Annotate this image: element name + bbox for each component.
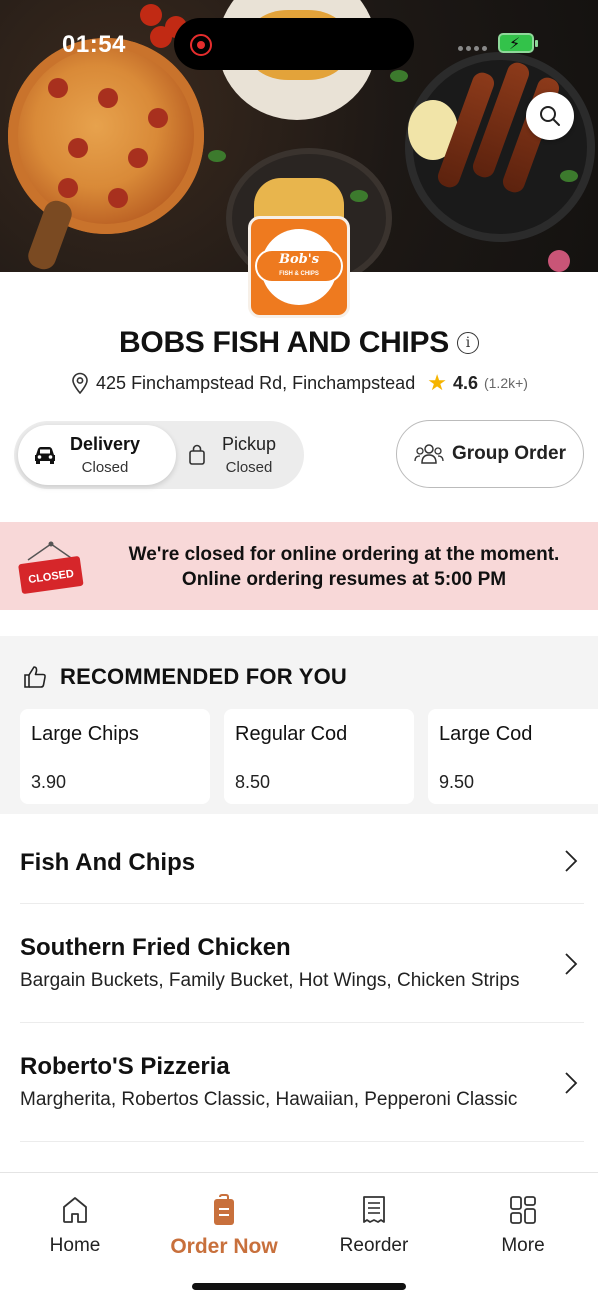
restaurant-logo: Bob's FISH & CHIPS xyxy=(248,216,350,318)
category-description: Margherita, Robertos Classic, Hawaiian, … xyxy=(20,1089,518,1110)
pickup-status: Closed xyxy=(225,459,273,476)
chevron-right-icon xyxy=(565,850,578,872)
group-order-label: Group Order xyxy=(451,443,566,464)
battery-icon: ⚡ xyxy=(498,33,538,53)
order-mode-toggle: Delivery Closed Pickup Closed xyxy=(14,421,304,489)
category-name: Roberto'S Pizzeria xyxy=(20,1053,230,1080)
recommended-title: RECOMMENDED FOR YOU xyxy=(60,664,347,689)
closed-sign-icon: CLOSED xyxy=(16,540,86,594)
closed-message-line1: We're closed for online ordering at the … xyxy=(128,544,560,565)
receipt-icon xyxy=(363,1196,385,1223)
tab-home-label: Home xyxy=(49,1235,101,1256)
location-pin-icon xyxy=(72,372,88,394)
car-icon xyxy=(35,447,55,464)
tab-home[interactable]: Home xyxy=(0,1193,150,1257)
restaurant-title-row: BOBS FISH AND CHIPS i xyxy=(0,326,598,360)
closed-message-line2: Online ordering resumes at 5:00 PM xyxy=(181,569,507,590)
rating-value: 4.6 xyxy=(452,372,478,393)
recommended-section: RECOMMENDED FOR YOU Large Chips 3.90 Reg… xyxy=(0,636,598,814)
info-icon[interactable]: i xyxy=(456,332,479,354)
tab-reorder-label: Reorder xyxy=(339,1235,409,1256)
bottom-tab-bar: Home Order Now Reorder More xyxy=(0,1172,598,1300)
item-price: 8.50 xyxy=(235,772,271,792)
recommended-card[interactable]: Large Chips 3.90 xyxy=(20,709,210,804)
grid-icon xyxy=(510,1196,536,1224)
item-price: 9.50 xyxy=(439,772,475,792)
item-name: Large Cod xyxy=(439,723,533,745)
status-bar: 01:54 ⚡ xyxy=(0,0,598,90)
rating-count: (1.2k+) xyxy=(483,375,528,391)
tab-order-now-label: Order Now xyxy=(170,1235,278,1258)
tab-order-now[interactable]: Order Now xyxy=(149,1193,299,1259)
delivery-label: Delivery xyxy=(70,434,141,454)
home-indicator xyxy=(192,1283,406,1290)
pickup-label: Pickup xyxy=(222,434,277,454)
recording-icon xyxy=(190,34,212,56)
category-name: Fish And Chips xyxy=(20,849,196,876)
status-time: 01:54 xyxy=(62,31,126,58)
group-order-button[interactable]: Group Order xyxy=(396,420,584,488)
category-row[interactable]: Fish And Chips xyxy=(20,815,584,904)
order-bag-icon xyxy=(214,1194,234,1225)
search-button[interactable] xyxy=(526,92,574,140)
closed-banner: CLOSED We're closed for online ordering … xyxy=(0,522,598,610)
category-description: Bargain Buckets, Family Bucket, Hot Wing… xyxy=(20,970,520,991)
category-row[interactable]: Roberto'S Pizzeria Margherita, Robertos … xyxy=(20,1023,584,1142)
chevron-right-icon xyxy=(565,953,578,975)
chevron-right-icon xyxy=(565,1072,578,1094)
item-price: 3.90 xyxy=(31,772,67,792)
item-name: Large Chips xyxy=(31,723,139,745)
star-icon: ★ xyxy=(427,370,447,395)
category-name: Southern Fried Chicken xyxy=(20,934,291,961)
pickup-option[interactable]: Pickup Closed xyxy=(182,425,300,485)
restaurant-address: 425 Finchampstead Rd, Finchampstead xyxy=(96,372,416,393)
recommended-card[interactable]: Regular Cod 8.50 xyxy=(224,709,414,804)
tab-more-label: More xyxy=(501,1235,545,1256)
search-icon xyxy=(540,106,560,126)
delivery-status: Closed xyxy=(81,459,129,476)
signal-icon xyxy=(458,46,487,51)
tab-reorder[interactable]: Reorder xyxy=(299,1193,449,1257)
bag-icon xyxy=(189,444,205,465)
tab-more[interactable]: More xyxy=(448,1193,598,1257)
closed-message: We're closed for online ordering at the … xyxy=(94,542,594,592)
home-icon xyxy=(63,1197,87,1223)
recommended-card[interactable]: Large Cod 9.50 xyxy=(428,709,598,804)
item-name: Regular Cod xyxy=(235,723,348,745)
address-row: 425 Finchampstead Rd, Finchampstead ★ 4.… xyxy=(0,370,598,396)
restaurant-name: BOBS FISH AND CHIPS xyxy=(119,326,449,359)
group-icon xyxy=(414,444,444,464)
category-row[interactable]: Southern Fried Chicken Bargain Buckets, … xyxy=(20,904,584,1023)
thumbs-up-icon xyxy=(24,666,46,688)
delivery-option[interactable]: Delivery Closed xyxy=(18,425,176,485)
